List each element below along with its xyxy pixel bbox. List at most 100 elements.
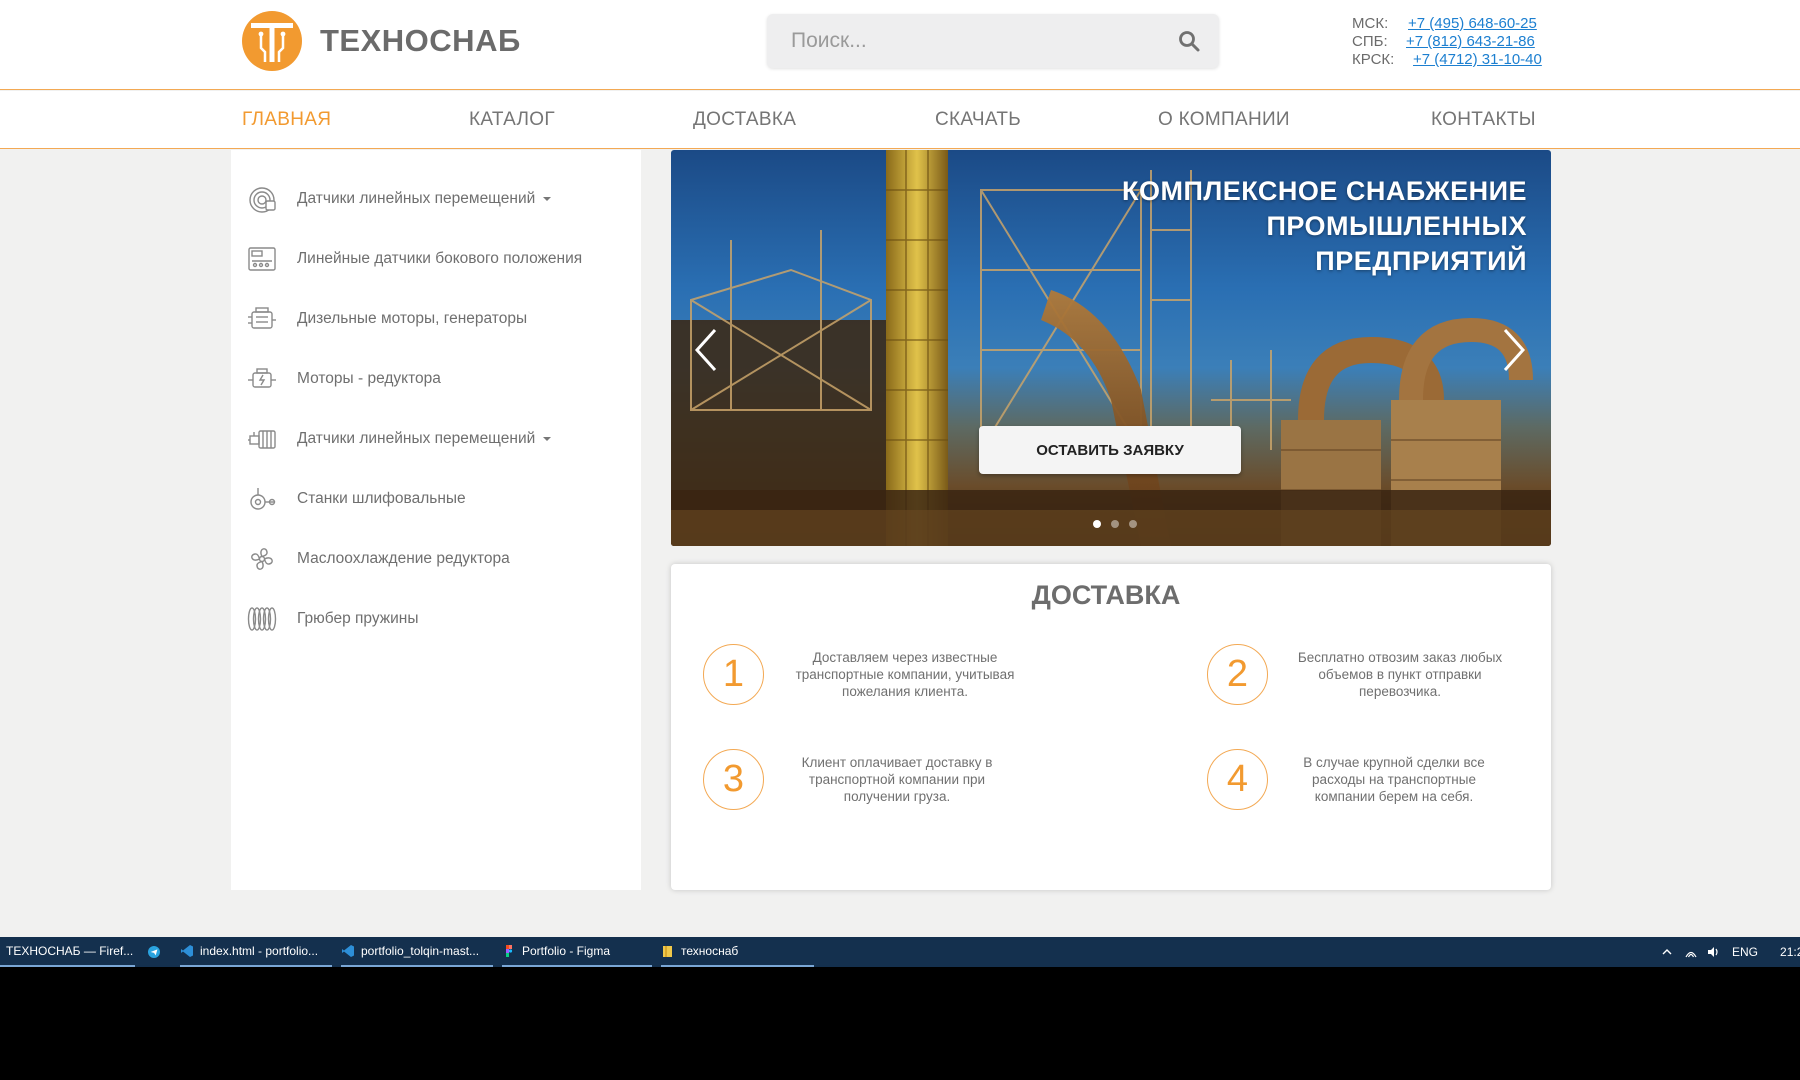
sidebar-item-diesel[interactable]: Дизельные моторы, генераторы (246, 299, 626, 339)
chevron-right-icon[interactable] (1499, 326, 1529, 374)
sensor-icon (249, 187, 276, 213)
vscode-icon (181, 945, 193, 957)
telegram-icon (148, 946, 160, 958)
slide-title-line: ПРЕДПРИЯТИЙ (1315, 246, 1527, 276)
phone-link[interactable]: +7 (812) 643-21-86 (1406, 33, 1535, 51)
pump-icon (248, 430, 276, 449)
hero-slider: КОМПЛЕКСНОЕ СНАБЖЕНИЕ ПРОМЫШЛЕННЫХ ПРЕДП… (671, 150, 1551, 546)
slide-title-line: ПРОМЫШЛЕННЫХ (1266, 211, 1527, 241)
sidebar-item-label: Датчики линейных перемещений (297, 190, 536, 207)
sidebar-item-oil-cooling[interactable]: Маслоохлаждение редуктора (246, 539, 626, 579)
delivery-step: 1 Доставляем через известные транспортны… (703, 644, 1020, 705)
logo[interactable]: ТЕХНОСНАБ (241, 10, 521, 72)
vscode-icon (342, 945, 354, 957)
phone-row-msk: МСК: +7 (495) 648-60-25 (1352, 15, 1542, 33)
panel-icon (248, 247, 276, 271)
grinder-icon (250, 488, 276, 510)
step-text: Бесплатно отвозим заказ любых объемов в … (1297, 650, 1503, 699)
sidebar-item-gear-motors[interactable]: Моторы - редуктора (246, 359, 626, 399)
delivery-step: 4 В случае крупной сделки все расходы на… (1207, 749, 1500, 810)
phone-city: МСК: (1352, 15, 1389, 32)
system-tray: ENG 21:28 (1660, 937, 1800, 967)
step-number: 2 (1207, 644, 1268, 705)
chevron-down-icon[interactable] (543, 437, 552, 441)
step-number: 1 (703, 644, 764, 705)
phone-row-krsk: КРСК: +7 (4712) 31-10-40 (1352, 51, 1542, 69)
sidebar-item-label: Дизельные моторы, генераторы (297, 310, 528, 327)
taskbar-item-label: ТЕХНОСНАБ — Firef... (6, 944, 134, 958)
motor-icon (248, 368, 276, 388)
search-input[interactable] (767, 14, 1167, 68)
phone-list: МСК: +7 (495) 648-60-25 СПБ: +7 (812) 64… (1352, 15, 1542, 69)
delivery-step: 3 Клиент оплачивает доставку в транспорт… (703, 749, 1004, 810)
step-number: 3 (703, 749, 764, 810)
search-icon[interactable] (1177, 29, 1201, 53)
slider-dots (1093, 520, 1137, 528)
nav-item-about[interactable]: О КОМПАНИИ (1158, 109, 1290, 131)
brand-name: ТЕХНОСНАБ (320, 23, 521, 58)
step-text: Доставляем через известные транспортные … (795, 650, 1015, 699)
site-header: ТЕХНОСНАБ МСК: +7 (495) 648-60-25 СПБ: +… (0, 0, 1800, 90)
slider-dot[interactable] (1111, 520, 1119, 528)
nav-item-home[interactable]: ГЛАВНАЯ (242, 109, 331, 131)
taskbar-item-vscode-1[interactable]: index.html - portfolio... (180, 937, 332, 967)
fan-icon (251, 548, 273, 570)
step-text: В случае крупной сделки все расходы на т… (1303, 755, 1485, 804)
nav-item-contacts[interactable]: КОНТАКТЫ (1431, 109, 1536, 131)
request-button[interactable]: ОСТАВИТЬ ЗАЯВКУ (979, 426, 1241, 474)
sidebar-item-side-sensors[interactable]: Линейные датчики бокового положения (246, 239, 626, 279)
delivery-step: 2 Бесплатно отвозим заказ любых объемов … (1207, 644, 1506, 705)
main-nav: ГЛАВНАЯ КАТАЛОГ ДОСТАВКА СКАЧАТЬ О КОМПА… (0, 91, 1800, 149)
os-taskbar: ТЕХНОСНАБ — Firef... index.html - portfo… (0, 937, 1800, 967)
step-number: 4 (1207, 749, 1268, 810)
phone-city: СПБ: (1352, 33, 1388, 50)
slide-title-line: КОМПЛЕКСНОЕ СНАБЖЕНИЕ (1121, 176, 1527, 206)
taskbar-item-label: index.html - portfolio... (200, 944, 319, 958)
figma-icon (506, 945, 513, 957)
slide-title: КОМПЛЕКСНОЕ СНАБЖЕНИЕ ПРОМЫШЛЕННЫХ ПРЕДП… (1027, 174, 1527, 279)
sidebar-item-label: Линейные датчики бокового положения (297, 250, 583, 267)
offscreen-area (0, 967, 1800, 1080)
sidebar-item-label: Станки шлифовальные (297, 490, 466, 507)
folder-icon (663, 946, 672, 957)
chevron-down-icon[interactable] (543, 197, 552, 201)
nav-item-delivery[interactable]: ДОСТАВКА (693, 109, 796, 131)
delivery-section: ДОСТАВКА 1 Доставляем через известные тр… (671, 564, 1551, 890)
slider-dot[interactable] (1093, 520, 1101, 528)
taskbar-item-vscode-2[interactable]: portfolio_tolqin-mast... (341, 937, 493, 967)
sidebar-item-label: Грюбер пружины (297, 610, 419, 627)
sidebar-item-grinders[interactable]: Станки шлифовальные (246, 479, 626, 519)
search-bar (767, 14, 1219, 68)
volume-icon[interactable] (1706, 945, 1720, 959)
language-indicator[interactable]: ENG (1732, 945, 1758, 959)
wifi-icon[interactable] (1684, 945, 1698, 959)
spring-icon (247, 607, 277, 631)
sidebar-item-sensors-2[interactable]: Датчики линейных перемещений (246, 419, 626, 459)
chevron-up-icon[interactable] (1660, 945, 1674, 959)
phone-row-spb: СПБ: +7 (812) 643-21-86 (1352, 33, 1542, 51)
sidebar-item-springs[interactable]: Грюбер пружины (246, 599, 626, 639)
nav-item-catalog[interactable]: КАТАЛОГ (469, 109, 555, 131)
taskbar-item-label: Portfolio - Figma (522, 944, 611, 958)
sidebar-item-label: Датчики линейных перемещений (297, 430, 536, 447)
taskbar-item-label: техноснаб (681, 944, 739, 958)
nav-item-download[interactable]: СКАЧАТЬ (935, 109, 1021, 131)
sidebar-item-label: Моторы - редуктора (297, 370, 441, 387)
taskbar-item-firefox[interactable]: ТЕХНОСНАБ — Firef... (0, 937, 135, 967)
phone-link[interactable]: +7 (4712) 31-10-40 (1413, 51, 1542, 69)
catalog-sidebar: Датчики линейных перемещений Линейные да… (231, 150, 641, 890)
sidebar-item-label: Маслоохлаждение редуктора (297, 550, 510, 567)
slider-dot[interactable] (1129, 520, 1137, 528)
sidebar-item-sensors[interactable]: Датчики линейных перемещений (246, 179, 626, 219)
taskbar-item-telegram[interactable] (148, 937, 166, 967)
chevron-left-icon[interactable] (691, 326, 721, 374)
delivery-title: ДОСТАВКА (1031, 580, 1181, 610)
phone-link[interactable]: +7 (495) 648-60-25 (1408, 15, 1537, 33)
taskbar-item-folder[interactable]: техноснаб (661, 937, 814, 967)
logo-icon (242, 11, 302, 71)
phone-city: КРСК: (1352, 51, 1395, 68)
taskbar-item-figma[interactable]: Portfolio - Figma (502, 937, 652, 967)
taskbar-item-label: portfolio_tolqin-mast... (361, 944, 480, 958)
clock[interactable]: 21:28 (1780, 945, 1800, 959)
engine-icon (248, 307, 276, 329)
